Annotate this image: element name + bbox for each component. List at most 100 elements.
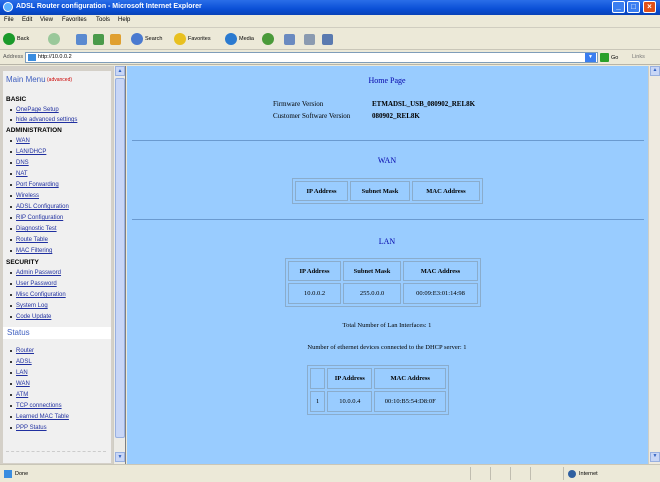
refresh-icon <box>93 33 104 45</box>
search-button[interactable]: Search <box>131 32 162 46</box>
wan-title: WAN <box>377 156 397 165</box>
menu-tools[interactable]: Tools <box>96 17 110 23</box>
internet-globe-icon <box>568 470 576 478</box>
menu-item-port-forwarding[interactable]: Port Forwarding <box>10 182 59 188</box>
status-separator <box>563 467 564 480</box>
status-separator <box>490 467 491 480</box>
history-icon <box>262 33 274 45</box>
menu-item-diagnostic-test[interactable]: Diagnostic Test <box>10 226 57 232</box>
address-dropdown-button[interactable]: ▼ <box>585 53 596 62</box>
menu-item-route-table[interactable]: Route Table <box>10 237 48 243</box>
stop-button[interactable] <box>76 32 87 46</box>
customer-version-value: 080902_REL8K <box>372 112 420 120</box>
menu-item-ppp-status[interactable]: PPP Status <box>10 425 47 431</box>
total-lan-interfaces: Total Number of Lan Interfaces: 1 <box>342 322 432 329</box>
minimize-button[interactable]: _ <box>612 1 625 13</box>
table-cell: 10.0.0.2 <box>288 283 341 304</box>
menu-item-dns[interactable]: DNS <box>10 160 29 166</box>
menu-item-router[interactable]: Router <box>10 348 34 354</box>
address-input[interactable]: http://10.0.0.2 <box>25 52 598 63</box>
scroll-up-icon[interactable]: ▲ <box>650 66 660 76</box>
menu-item-onepage-setup[interactable]: OnePage Setup <box>10 107 59 113</box>
forward-button[interactable] <box>48 32 62 46</box>
menu-item-lan[interactable]: LAN <box>10 370 28 376</box>
menu-item-lan-dhcp[interactable]: LAN/DHCP <box>10 149 46 155</box>
print-icon <box>304 33 315 45</box>
home-button[interactable] <box>110 32 121 46</box>
status-separator <box>470 467 471 480</box>
address-bar: Address http://10.0.0.2 ▼ Go Links <box>0 50 660 65</box>
edit-button[interactable] <box>322 32 333 46</box>
menu-favorites[interactable]: Favorites <box>62 17 87 23</box>
menu-item-adsl-configuration[interactable]: ADSL Configuration <box>10 204 69 210</box>
status-separator <box>530 467 531 480</box>
ethernet-devices-count: Number of ethernet devices connected to … <box>307 344 467 351</box>
maximize-button[interactable]: □ <box>627 1 640 13</box>
history-button[interactable] <box>262 32 276 46</box>
back-arrow-icon <box>3 33 15 45</box>
back-button[interactable]: Back <box>3 32 29 46</box>
advanced-label[interactable]: (advanced) <box>47 77 72 83</box>
menu-item-learned-mac-table[interactable]: Learned MAC Table <box>10 414 69 420</box>
lan-table: IP Address Subnet Mask MAC Address 10.0.… <box>285 258 481 307</box>
table-header-row: IP Address Subnet Mask MAC Address <box>288 261 478 281</box>
mail-icon <box>284 33 295 45</box>
sidebar-divider <box>6 451 106 452</box>
table-cell: 10.0.0.4 <box>327 391 373 412</box>
refresh-button[interactable] <box>93 32 104 46</box>
menu-frame: Main Menu (advanced) BASIC OnePage Setup… <box>0 66 126 464</box>
menu-item-nat[interactable]: NAT <box>10 171 28 177</box>
mail-button[interactable] <box>284 32 295 46</box>
menu-item-code-update[interactable]: Code Update <box>10 314 51 320</box>
table-header: IP Address <box>295 181 348 201</box>
menu-item-misc-configuration[interactable]: Misc Configuration <box>10 292 66 298</box>
table-cell: 00:09:E3:01:14:98 <box>403 283 478 304</box>
scroll-thumb[interactable] <box>115 78 125 438</box>
media-button[interactable]: Media <box>225 32 254 46</box>
menu-item-mac-filtering[interactable]: MAC Filtering <box>10 248 52 254</box>
search-icon <box>131 33 143 45</box>
menu-help[interactable]: Help <box>118 17 130 23</box>
stop-icon <box>76 33 87 45</box>
table-header: MAC Address <box>412 181 480 201</box>
lan-title: LAN <box>378 237 396 246</box>
sidebar-scrollbar[interactable]: ▲ ▼ <box>113 66 125 464</box>
wan-table: IP Address Subnet Mask MAC Address <box>292 178 483 204</box>
edit-page-icon <box>322 33 333 45</box>
content-frame: Home Page Firmware Version ETMADSL_USB_0… <box>127 66 660 464</box>
menu-item-hide-advanced[interactable]: hide advanced settings <box>10 117 77 123</box>
status-bar: Done Internet <box>0 464 660 482</box>
favorites-star-icon <box>174 33 186 45</box>
content-scrollbar[interactable]: ▲ ▼ <box>648 66 660 464</box>
links-button[interactable]: Links <box>632 54 645 60</box>
menu-item-wan[interactable]: WAN <box>10 138 30 144</box>
menu-edit[interactable]: Edit <box>22 17 32 23</box>
home-icon <box>110 33 121 45</box>
scroll-down-icon[interactable]: ▼ <box>650 452 660 462</box>
page-icon <box>28 54 36 61</box>
menu-item-wireless[interactable]: Wireless <box>10 193 39 199</box>
favorites-button[interactable]: Favorites <box>174 32 211 46</box>
table-header: IP Address <box>327 368 373 389</box>
menu-item-status-wan[interactable]: WAN <box>10 381 30 387</box>
table-header-row: IP Address Subnet Mask MAC Address <box>295 181 480 201</box>
menu-item-rip-configuration[interactable]: RIP Configuration <box>10 215 63 221</box>
menu-item-user-password[interactable]: User Password <box>10 281 57 287</box>
close-button[interactable]: × <box>643 1 656 13</box>
scroll-down-icon[interactable]: ▼ <box>115 452 125 462</box>
table-row: 1 10.0.0.4 00:10:B5:54:D8:0F <box>310 391 447 412</box>
menu-item-system-log[interactable]: System Log <box>10 303 48 309</box>
go-button[interactable]: Go <box>600 53 618 62</box>
divider <box>132 219 644 220</box>
menu-view[interactable]: View <box>40 17 53 23</box>
address-url: http://10.0.0.2 <box>38 54 72 60</box>
scroll-up-icon[interactable]: ▲ <box>115 66 125 76</box>
menu-item-adsl[interactable]: ADSL <box>10 359 32 365</box>
menu-item-tcp-connections[interactable]: TCP connections <box>10 403 62 409</box>
menu-item-admin-password[interactable]: Admin Password <box>10 270 61 276</box>
forward-arrow-icon <box>48 33 60 45</box>
address-label: Address <box>3 54 24 60</box>
print-button[interactable] <box>304 32 315 46</box>
menu-item-atm[interactable]: ATM <box>10 392 28 398</box>
menu-file[interactable]: File <box>4 17 14 23</box>
